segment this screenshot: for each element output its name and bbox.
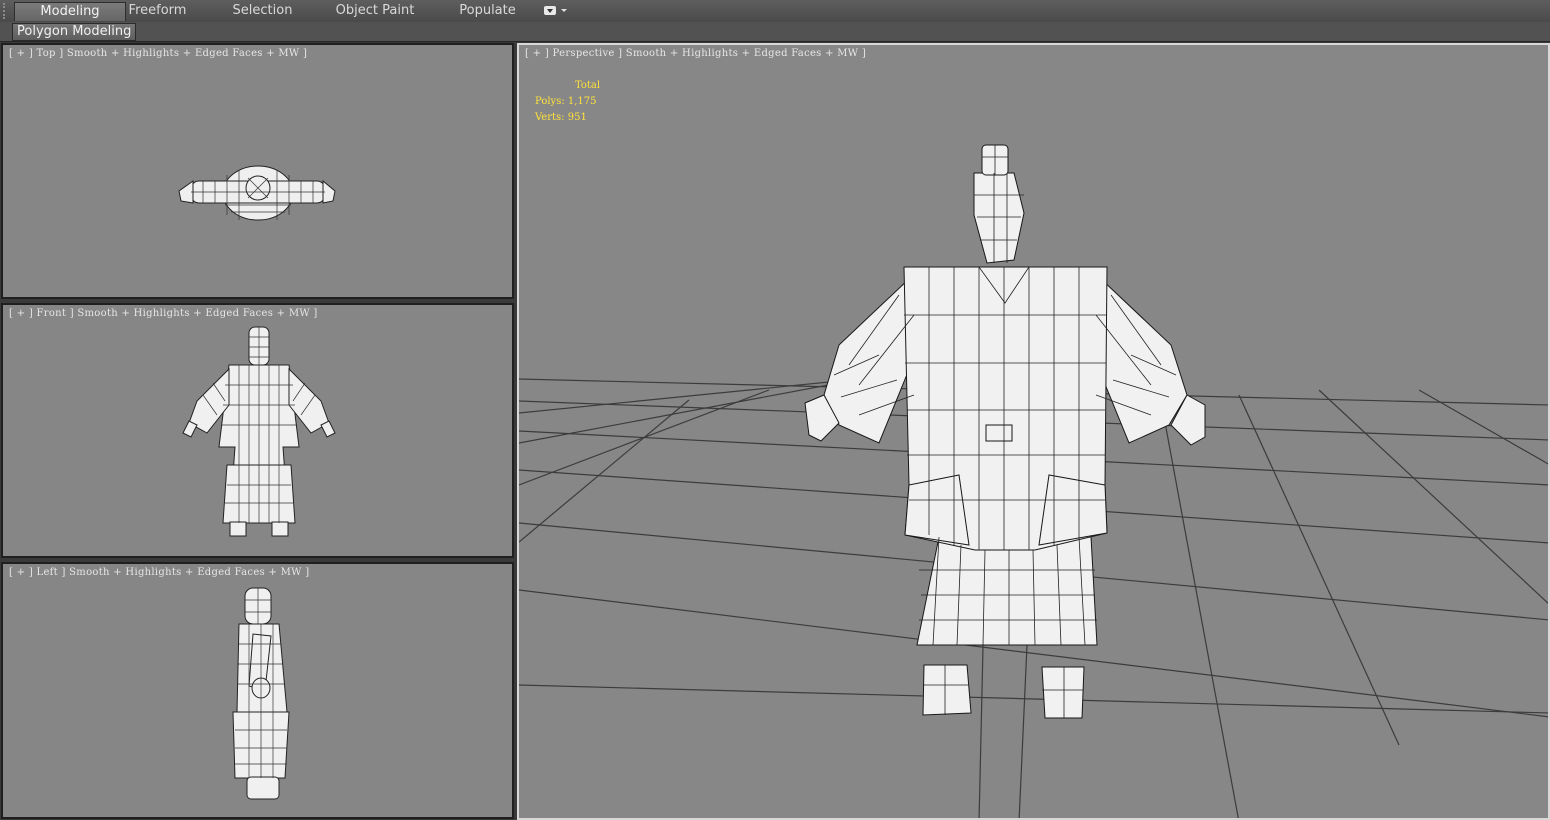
tab-freeform[interactable]: Freeform xyxy=(110,2,205,20)
viewport-perspective[interactable]: [ + ] Perspective ] Smooth + Highlights … xyxy=(517,43,1550,820)
polygon-modeling-button[interactable]: Polygon Modeling xyxy=(12,23,137,41)
front-view-model xyxy=(182,326,336,537)
viewport-top[interactable]: [ + ] Top ] Smooth + Highlights + Edged … xyxy=(1,43,514,299)
left-view-model xyxy=(232,587,290,800)
ribbon-grip-handle[interactable] xyxy=(3,3,11,19)
tab-populate[interactable]: Populate xyxy=(445,2,530,20)
ribbon-options-dropdown[interactable] xyxy=(544,5,568,17)
ribbon-subbar: Polygon Modeling xyxy=(0,22,1550,42)
viewport-front[interactable]: [ + ] Front ] Smooth + Highlights + Edge… xyxy=(1,303,514,558)
viewport-left[interactable]: [ + ] Left ] Smooth + Highlights + Edged… xyxy=(1,562,514,819)
ribbon-tab-bar: Modeling Freeform Selection Object Paint… xyxy=(0,0,1550,23)
ribbon-options-icon xyxy=(544,6,556,15)
top-view-model xyxy=(178,165,336,221)
tab-selection[interactable]: Selection xyxy=(215,2,310,20)
chevron-down-icon xyxy=(561,9,567,12)
tab-object-paint[interactable]: Object Paint xyxy=(325,2,425,20)
perspective-scene xyxy=(519,144,1548,818)
